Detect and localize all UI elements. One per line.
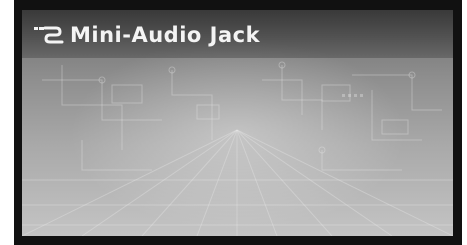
title-group: Mini-Audio Jack [32, 20, 260, 50]
audio-source-screen: Mini-Audio Jack [22, 10, 453, 236]
screen-title: Mini-Audio Jack [70, 23, 261, 47]
title-bar: Mini-Audio Jack [22, 10, 453, 58]
audio-jack-icon [34, 26, 64, 44]
